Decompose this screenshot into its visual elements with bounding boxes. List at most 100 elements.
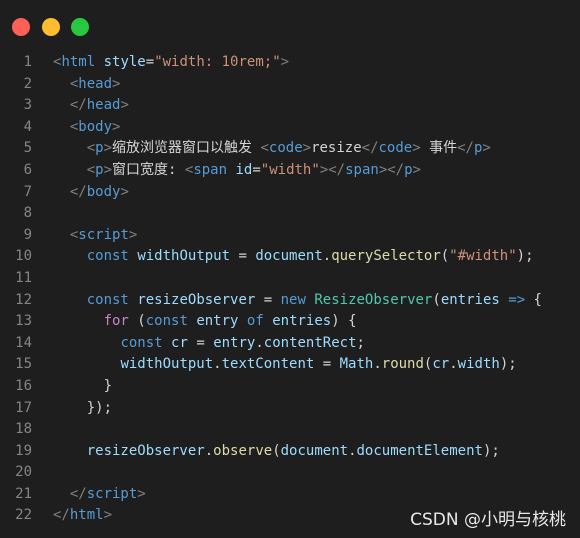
code-token: const: [120, 334, 163, 351]
code-token: >: [103, 507, 113, 524]
code-token: (: [128, 313, 146, 330]
line-number: 7: [23, 183, 32, 200]
code-token: Math: [339, 356, 374, 373]
code-token: p: [404, 161, 413, 178]
code-line[interactable]: 6 <p>窗口宽度: <span id="width"></span></p>: [0, 160, 580, 182]
code-text: const resizeObserver = new ResizeObserve…: [53, 290, 542, 312]
line-number: 5: [23, 140, 32, 157]
code-line[interactable]: 18: [0, 419, 580, 441]
code-token: ></: [319, 161, 346, 178]
code-token: </: [53, 507, 70, 524]
line-number: 22: [15, 507, 32, 524]
code-token: {: [525, 291, 542, 308]
code-editor[interactable]: 1 <html style="width: 10rem;"> 2 <head> 3 <…: [0, 52, 580, 527]
code-token: </: [457, 140, 474, 157]
code-token: </: [69, 183, 87, 200]
code-text: <p>缩放浏览器窗口以触发 <code>resize</code> 事件</p>: [53, 138, 491, 160]
code-token: cr: [171, 334, 188, 351]
code-token: entries: [440, 291, 500, 308]
code-token: script: [86, 485, 138, 502]
code-token: span: [193, 161, 228, 178]
line-number: 10: [15, 248, 32, 265]
code-line[interactable]: 11: [0, 268, 580, 290]
code-token: widthOutput: [120, 356, 214, 373]
code-text: const cr = entry.contentRect;: [53, 333, 365, 355]
code-token: resize: [311, 140, 362, 157]
code-line[interactable]: 15 widthOutput.textContent = Math.round(…: [0, 354, 580, 376]
code-line[interactable]: 8: [0, 203, 580, 225]
code-token: =: [230, 248, 256, 265]
code-token: .: [255, 334, 264, 351]
line-number: 11: [15, 269, 32, 286]
code-token: entry: [213, 334, 256, 351]
code-line[interactable]: 5 <p>缩放浏览器窗口以触发 <code>resize</code> 事件</…: [0, 138, 580, 160]
code-token: >: [128, 226, 138, 243]
code-line[interactable]: 3 </head>: [0, 95, 580, 117]
code-line[interactable]: 19 resizeObserver.observe(document.docum…: [0, 441, 580, 463]
code-line[interactable]: 16 }: [0, 376, 580, 398]
line-number: 14: [15, 334, 32, 351]
line-number: 2: [23, 75, 32, 92]
code-token: html: [61, 54, 96, 70]
code-line[interactable]: 10 const widthOutput = document.querySel…: [0, 246, 580, 268]
line-number: 15: [15, 356, 32, 373]
code-line[interactable]: 7 </body>: [0, 182, 580, 204]
line-number: 19: [15, 442, 32, 459]
code-token: >: [120, 97, 129, 114]
code-line[interactable]: 20: [0, 462, 580, 484]
code-line[interactable]: 13 for (const entry of entries) {: [0, 311, 580, 333]
code-token: </: [361, 140, 379, 157]
code-token: );: [516, 248, 534, 265]
code-token: ) {: [331, 313, 357, 330]
code-token: >: [120, 183, 129, 200]
code-token: const: [145, 313, 188, 330]
line-number: 18: [15, 421, 32, 438]
code-token: .: [213, 356, 222, 373]
minimize-window-button[interactable]: [42, 18, 60, 36]
code-token: observe: [213, 442, 273, 459]
code-token: document: [255, 248, 323, 265]
code-line[interactable]: 14 const cr = entry.contentRect;: [0, 333, 580, 355]
code-token: body: [78, 118, 113, 135]
code-token: documentElement: [356, 442, 483, 459]
code-token: ResizeObserver: [314, 291, 433, 308]
code-token: p: [95, 161, 104, 178]
code-token: >: [137, 485, 146, 502]
maximize-window-button[interactable]: [71, 18, 89, 36]
code-text: widthOutput.textContent = Math.round(cr.…: [53, 354, 516, 376]
code-token: <: [86, 140, 96, 157]
code-line[interactable]: 2 <head>: [0, 74, 580, 96]
code-token: style: [103, 54, 146, 70]
close-window-button[interactable]: [12, 18, 30, 36]
code-line[interactable]: 21 </script>: [0, 484, 580, 506]
code-line[interactable]: 1 <html style="width: 10rem;">: [0, 52, 580, 74]
code-token: entries: [272, 313, 332, 330]
line-number: 13: [15, 313, 32, 330]
code-line[interactable]: 4 <body>: [0, 117, 580, 139]
code-token: ></: [378, 161, 405, 178]
code-token: =: [255, 291, 281, 308]
code-line[interactable]: 17 });: [0, 398, 580, 420]
code-token: <: [260, 140, 269, 157]
code-token: of: [246, 313, 264, 330]
code-line[interactable]: 9 <script>: [0, 225, 580, 247]
code-token: textContent: [221, 356, 315, 373]
code-token: (: [440, 248, 450, 265]
code-token: =>: [508, 291, 526, 308]
line-number: 21: [15, 485, 32, 502]
code-token: 缩放浏览器窗口以触发: [112, 140, 261, 157]
line-number: 17: [15, 399, 32, 416]
code-token: );: [482, 442, 500, 459]
code-token: }: [103, 377, 113, 394]
code-token: ;: [356, 334, 365, 351]
code-line[interactable]: 12 const resizeObserver = new ResizeObse…: [0, 290, 580, 312]
line-number: 9: [23, 226, 32, 243]
